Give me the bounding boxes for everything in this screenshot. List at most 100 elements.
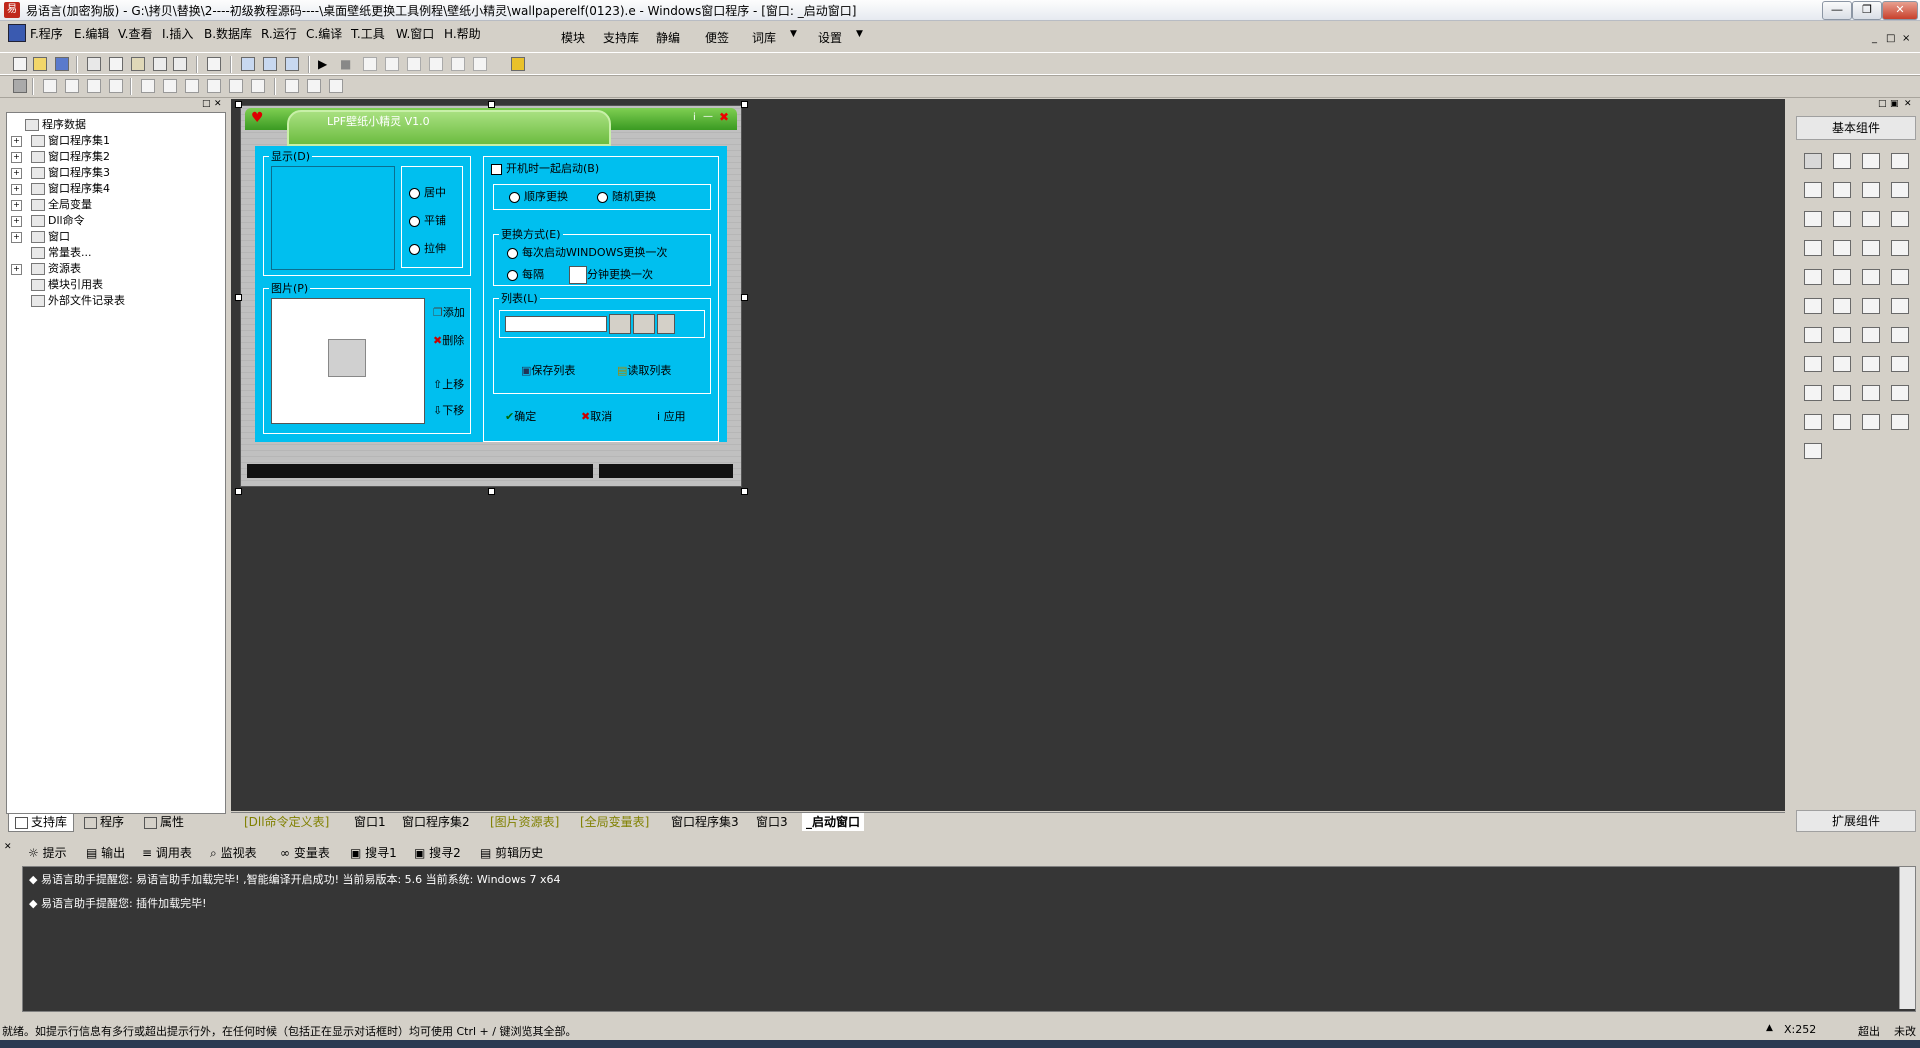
tree-item[interactable]: 程序数据 [11, 117, 86, 133]
ok-button[interactable]: ✔确定 [505, 410, 536, 424]
netlink-icon[interactable] [1889, 353, 1911, 375]
form-lock-icon[interactable] [12, 78, 28, 94]
resize-handle[interactable] [235, 294, 242, 301]
menu-thesaurus[interactable]: 词库 [752, 29, 776, 46]
restore-icon[interactable]: ▣ [1890, 99, 1899, 109]
hscroll-icon[interactable] [1802, 266, 1824, 288]
radio-stretch[interactable]: 拉伸 [409, 242, 446, 256]
trackbar-icon[interactable] [1860, 324, 1882, 346]
menu-support-lib[interactable]: 支持库 [603, 29, 639, 46]
close-icon[interactable]: ✕ [214, 99, 222, 109]
chevron-down-icon[interactable]: ▼ [856, 29, 863, 39]
tree-item[interactable]: + 窗口 [11, 229, 70, 245]
tab-assembly2[interactable]: 窗口程序集2 [402, 813, 470, 831]
tab-order-icon[interactable] [328, 78, 344, 94]
menu-settings[interactable]: 设置 [818, 29, 842, 46]
menu-window[interactable]: W.窗口 [396, 25, 434, 42]
scroll-vert-icon[interactable] [1860, 237, 1882, 259]
radio-tile[interactable]: 平铺 [409, 214, 446, 228]
align-left-icon[interactable] [42, 78, 58, 94]
tab-startup-window[interactable]: _启动窗口 [802, 813, 865, 831]
list-icon[interactable] [1860, 208, 1882, 230]
tabs-icon[interactable] [1802, 237, 1824, 259]
tab-image-resources[interactable]: [图片资源表] [490, 813, 559, 831]
space-even-icon[interactable] [184, 78, 200, 94]
close-icon[interactable]: ✖ [719, 110, 729, 124]
layout-split-icon[interactable] [262, 56, 278, 72]
scroll-horz-icon[interactable] [1889, 237, 1911, 259]
expand-icon[interactable]: + [11, 167, 22, 179]
frame-icon[interactable] [1831, 179, 1853, 201]
menu-compile[interactable]: C.编译 [306, 25, 342, 42]
radio-sequential[interactable]: 顺序更换 [509, 190, 568, 204]
picture-icon[interactable] [1860, 150, 1882, 172]
find-icon[interactable] [206, 56, 222, 72]
output-tab-watch[interactable]: ⌕ 监视表 [210, 844, 257, 862]
menu-static-compile[interactable]: 静编 [656, 29, 680, 46]
close-icon[interactable]: ✕ [4, 842, 12, 852]
tree-item[interactable]: + 资源表 [11, 261, 81, 277]
resize-handle[interactable] [488, 488, 495, 495]
cut-icon[interactable] [86, 56, 102, 72]
interval-minutes-input[interactable] [569, 266, 587, 284]
menu-view[interactable]: V.查看 [118, 25, 152, 42]
redo-icon[interactable] [152, 56, 168, 72]
mdi-close-icon[interactable]: × [1902, 33, 1910, 44]
slider-icon[interactable] [1889, 266, 1911, 288]
undo-icon[interactable] [172, 56, 188, 72]
output-tab-search1[interactable]: ▣ 搜寻1 [350, 844, 397, 862]
odbc-icon[interactable] [1889, 411, 1911, 433]
tree-item[interactable]: 常量表... [11, 245, 92, 261]
page-icon[interactable] [1889, 295, 1911, 317]
tree-item[interactable]: 外部文件记录表 [11, 293, 125, 309]
hand-icon[interactable] [472, 56, 488, 72]
tab-global-vars[interactable]: [全局变量表] [580, 813, 649, 831]
expand-icon[interactable]: + [11, 135, 22, 147]
tab-program[interactable]: 程序 [78, 814, 130, 831]
menu-tools[interactable]: T.工具 [351, 25, 385, 42]
add-picture-button[interactable]: ❐添加 [433, 306, 465, 320]
layout-tile-icon[interactable] [284, 56, 300, 72]
info-icon[interactable]: i [693, 112, 696, 123]
move-down-button[interactable]: ⇩下移 [433, 404, 464, 418]
shape-icon[interactable] [1889, 150, 1911, 172]
close-icon[interactable]: ✕ [1882, 1, 1918, 20]
radio-center[interactable]: 居中 [409, 186, 446, 200]
space-even-vertical-icon[interactable] [206, 78, 222, 94]
menu-insert[interactable]: I.插入 [162, 25, 193, 42]
radio-interval[interactable]: 每隔 [507, 268, 544, 282]
menu-database[interactable]: B.数据库 [204, 25, 252, 42]
menu-notes[interactable]: 便签 [705, 29, 729, 46]
output-tab-hints[interactable]: ☼ 提示 [28, 844, 67, 862]
table-icon[interactable] [1889, 382, 1911, 404]
expand-icon[interactable]: + [11, 231, 22, 243]
statusbar-icon[interactable] [1889, 324, 1911, 346]
same-width-icon[interactable] [250, 78, 266, 94]
new-file-icon[interactable] [12, 56, 28, 72]
mdi-minimize-icon[interactable]: _ [1872, 33, 1877, 44]
progress-icon[interactable] [1860, 266, 1882, 288]
vscroll-icon[interactable] [1831, 266, 1853, 288]
radio-random[interactable]: 随机更换 [597, 190, 656, 204]
image-list-icon[interactable] [1831, 382, 1853, 404]
mdi-restore-icon[interactable]: □ [1886, 33, 1895, 44]
pointer-icon[interactable] [1802, 150, 1824, 172]
align-bottom-icon[interactable] [108, 78, 124, 94]
resize-handle[interactable] [235, 488, 242, 495]
tree-item[interactable]: + 窗口程序集4 [11, 181, 110, 197]
stop-icon[interactable]: ■ [340, 56, 356, 72]
list-path-input[interactable] [505, 316, 607, 332]
chart-icon[interactable] [1860, 411, 1882, 433]
expand-icon[interactable]: + [11, 263, 22, 275]
resize-handle[interactable] [488, 101, 495, 108]
output-tab-output[interactable]: ▤ 输出 [86, 844, 125, 862]
pin-icon[interactable]: □ [202, 99, 211, 109]
same-height-icon[interactable] [284, 78, 300, 94]
tree-item[interactable]: + 窗口程序集1 [11, 133, 110, 149]
chevron-down-icon[interactable]: ▼ [790, 29, 797, 39]
move-up-button[interactable]: ⇧上移 [433, 378, 464, 392]
magic-tool-icon[interactable] [510, 56, 526, 72]
output-tab-callstack[interactable]: ≡ 调用表 [142, 844, 192, 862]
startup-checkbox[interactable]: 开机时一起启动(B) [491, 162, 599, 176]
db-link-icon[interactable] [1831, 411, 1853, 433]
